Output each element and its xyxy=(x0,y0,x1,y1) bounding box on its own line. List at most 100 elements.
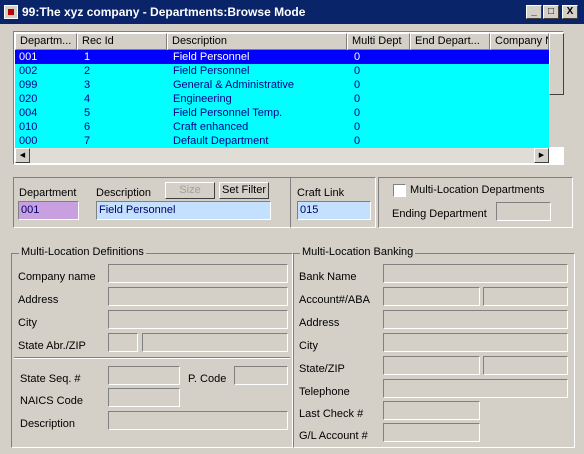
banking-group-title: Multi-Location Banking xyxy=(300,246,416,259)
table-row[interactable]: 004 5 Field Personnel Temp. 0 xyxy=(15,106,549,120)
city-label: City xyxy=(18,317,37,329)
table-row[interactable]: 010 6 Craft enhanced 0 xyxy=(15,120,549,134)
table-row[interactable]: 000 7 Default Department 0 xyxy=(15,134,549,148)
column-header-end-department[interactable]: End Depart... xyxy=(410,33,490,50)
last-check-label: Last Check # xyxy=(299,408,364,420)
naics-code-label: NAICS Code xyxy=(20,395,83,407)
state-seq-field[interactable] xyxy=(108,366,180,385)
column-header-department[interactable]: Departm... xyxy=(15,33,77,50)
cell-description: General & Administrative xyxy=(173,79,295,91)
table-row[interactable]: 099 3 General & Administrative 0 xyxy=(15,78,549,92)
bank-state-field[interactable] xyxy=(383,356,480,375)
bank-address-label: Address xyxy=(299,317,340,329)
definition-description-field[interactable] xyxy=(108,411,288,430)
account-field[interactable] xyxy=(383,287,480,306)
state-seq-label: State Seq. # xyxy=(20,373,81,385)
cell-description: Engineering xyxy=(173,93,232,105)
maximize-button[interactable]: □ xyxy=(543,5,559,19)
description-label: Description xyxy=(96,187,152,199)
address-label: Address xyxy=(18,294,59,306)
state-field[interactable] xyxy=(108,333,138,352)
vertical-scroll-thumb[interactable] xyxy=(549,33,564,95)
cell-department: 099 xyxy=(19,79,38,91)
bank-state-zip-label: State/ZIP xyxy=(299,363,345,375)
bank-city-label: City xyxy=(299,340,318,352)
description-field[interactable]: Field Personnel xyxy=(96,201,271,220)
cell-description: Field Personnel Temp. xyxy=(173,107,283,119)
p-code-field[interactable] xyxy=(234,366,288,385)
cell-department: 010 xyxy=(19,121,38,133)
last-check-field[interactable] xyxy=(383,401,480,420)
departments-grid[interactable]: Departm... Rec Id Description Multi Dept… xyxy=(13,31,564,165)
gl-account-field[interactable] xyxy=(383,423,480,442)
bank-name-label: Bank Name xyxy=(299,271,357,283)
cell-rec-id: 3 xyxy=(84,79,91,91)
ending-department-label: Ending Department xyxy=(392,208,487,220)
column-header-company[interactable]: Company N xyxy=(490,33,549,50)
craft-link-field[interactable]: 015 xyxy=(297,201,371,220)
multi-location-label: Multi-Location Departments xyxy=(410,184,545,196)
table-row[interactable]: 020 4 Engineering 0 xyxy=(15,92,549,106)
size-button[interactable]: Size xyxy=(165,182,215,199)
cell-multi-dept: 0 xyxy=(354,121,361,133)
aba-field[interactable] xyxy=(483,287,568,306)
table-row[interactable]: 001 1 Field Personnel 0 xyxy=(15,50,549,64)
close-button[interactable]: X xyxy=(562,5,578,19)
city-field[interactable] xyxy=(108,310,288,329)
app-icon xyxy=(4,5,18,19)
cell-description: Default Department xyxy=(173,135,269,147)
bank-zip-field[interactable] xyxy=(483,356,568,375)
column-header-description[interactable]: Description xyxy=(167,33,347,50)
telephone-field[interactable] xyxy=(383,379,568,398)
department-field[interactable]: 001 xyxy=(18,201,79,220)
cell-rec-id: 6 xyxy=(84,121,91,133)
account-aba-label: Account#/ABA xyxy=(299,294,370,306)
multi-location-checkbox[interactable] xyxy=(393,184,406,197)
cell-multi-dept: 0 xyxy=(354,51,361,63)
state-zip-label: State Abr./ZIP xyxy=(18,340,86,352)
gl-account-label: G/L Account # xyxy=(299,430,368,442)
cell-multi-dept: 0 xyxy=(354,135,361,147)
cell-department: 001 xyxy=(19,51,38,63)
cell-department: 004 xyxy=(19,107,38,119)
cell-rec-id: 1 xyxy=(84,51,91,63)
craft-link-label: Craft Link xyxy=(297,187,345,199)
bank-city-field[interactable] xyxy=(383,333,568,352)
minimize-button[interactable]: _ xyxy=(526,5,542,19)
department-label: Department xyxy=(19,187,77,199)
scroll-left-arrow-icon[interactable]: ◀ xyxy=(15,148,30,163)
scroll-right-arrow-icon[interactable]: ▶ xyxy=(534,148,549,163)
cell-description: Field Personnel xyxy=(173,51,250,63)
column-header-rec-id[interactable]: Rec Id xyxy=(77,33,167,50)
address-field[interactable] xyxy=(108,287,288,306)
bank-address-field[interactable] xyxy=(383,310,568,329)
cell-rec-id: 5 xyxy=(84,107,91,119)
definitions-group-title: Multi-Location Definitions xyxy=(19,246,146,259)
cell-multi-dept: 0 xyxy=(354,79,361,91)
cell-multi-dept: 0 xyxy=(354,65,361,77)
cell-rec-id: 7 xyxy=(84,135,91,147)
bank-name-field[interactable] xyxy=(383,264,568,283)
cell-department: 000 xyxy=(19,135,38,147)
naics-code-field[interactable] xyxy=(108,388,180,407)
company-name-label: Company name xyxy=(18,271,96,283)
title-bar[interactable]: 99:The xyz company - Departments:Browse … xyxy=(0,0,584,24)
column-header-multi-dept[interactable]: Multi Dept xyxy=(347,33,410,50)
cell-description: Field Personnel xyxy=(173,65,250,77)
table-row[interactable]: 002 2 Field Personnel 0 xyxy=(15,64,549,78)
telephone-label: Telephone xyxy=(299,386,350,398)
cell-multi-dept: 0 xyxy=(354,93,361,105)
cell-department: 002 xyxy=(19,65,38,77)
cell-rec-id: 2 xyxy=(84,65,91,77)
vertical-scrollbar[interactable] xyxy=(549,33,564,147)
window-title: 99:The xyz company - Departments:Browse … xyxy=(22,5,306,19)
horizontal-scrollbar[interactable]: ◀ ▶ xyxy=(15,148,549,163)
cell-department: 020 xyxy=(19,93,38,105)
cell-description: Craft enhanced xyxy=(173,121,249,133)
p-code-label: P. Code xyxy=(188,373,227,385)
company-name-field[interactable] xyxy=(108,264,288,283)
zip-field[interactable] xyxy=(142,333,288,352)
ending-department-field[interactable] xyxy=(496,202,551,221)
set-filter-button[interactable]: Set Filter xyxy=(219,182,269,199)
definition-description-label: Description xyxy=(20,418,76,430)
